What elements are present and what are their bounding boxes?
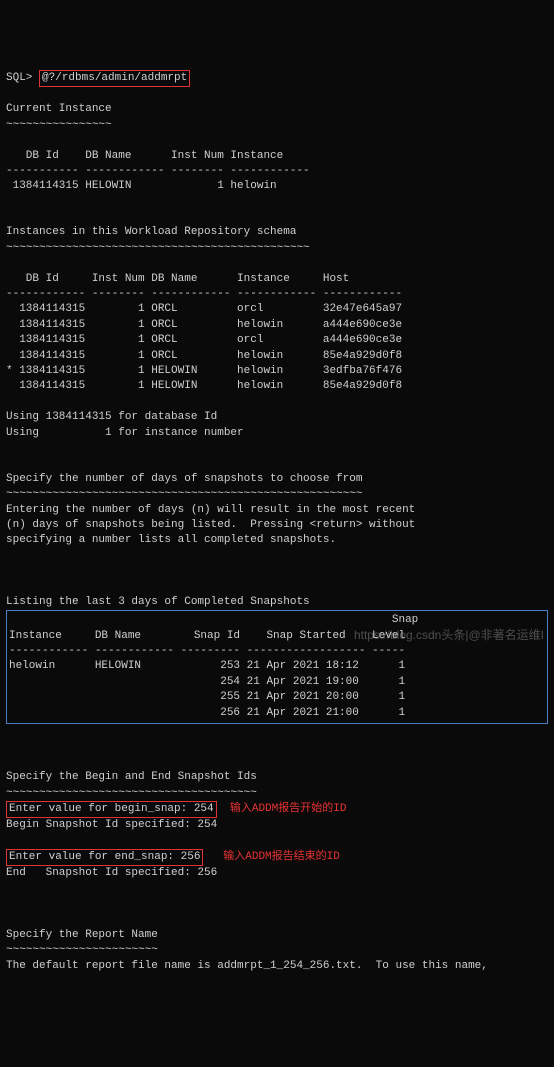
ci-sep: ----------- ------------ -------- ------… (6, 165, 310, 177)
days-text1: Entering the number of days (n) will res… (6, 504, 415, 516)
inst-sep: ------------ -------- ------------ -----… (6, 288, 402, 300)
instances-title: Instances in this Workload Repository sc… (6, 226, 296, 238)
report-name-title: Specify the Report Name (6, 929, 158, 941)
report-name-text: The default report file name is addmrpt_… (6, 960, 488, 972)
snapshots-title: Listing the last 3 days of Completed Sna… (6, 596, 310, 608)
ci-row: 1384114315 HELOWIN 1 helowin (6, 180, 277, 192)
begin-snap-prompt: Enter value for begin_snap: 254 (9, 803, 214, 815)
inst-row-4: * 1384114315 1 HELOWIN helowin 3edfba76f… (6, 365, 402, 377)
watermark: https://blog.csdn头条|@非著名运维I (354, 627, 544, 644)
using-db-id: Using 1384114315 for database Id (6, 411, 217, 423)
snap-row-0: helowin HELOWIN 253 21 Apr 2021 18:12 1 (9, 660, 405, 672)
begin-end-title: Specify the Begin and End Snapshot Ids (6, 771, 257, 783)
div5: ~~~~~~~~~~~~~~~~~~~~~~~~~~~~~~~~~~~~~~ (6, 787, 257, 799)
snap-row-3: 256 21 Apr 2021 21:00 1 (9, 707, 405, 719)
inst-row-5: 1384114315 1 HELOWIN helowin 85e4a929d0f… (6, 380, 402, 392)
end-snap-prompt: Enter value for end_snap: 256 (9, 851, 200, 863)
div3: ~~~~~~~~~~~~~~~~~~~~~~~~~~~~~~~~~~~~~~~~… (6, 488, 362, 500)
sql-prompt: SQL> (6, 72, 32, 84)
end-snap-box[interactable]: Enter value for end_snap: 256 (6, 849, 203, 866)
snap-row-2: 255 21 Apr 2021 20:00 1 (9, 691, 405, 703)
div1: ~~~~~~~~~~~~~~~~ (6, 119, 112, 131)
div2: ~~~~~~~~~~~~~~~~~~~~~~~~~~~~~~~~~~~~~~~~… (6, 242, 310, 254)
div6: ~~~~~~~~~~~~~~~~~~~~~~~ (6, 944, 158, 956)
using-inst-num: Using 1 for instance number (6, 427, 244, 439)
inst-row-1: 1384114315 1 ORCL helowin a444e690ce3e (6, 319, 402, 331)
snap-hdr1: Snap (9, 614, 418, 626)
snap-sep: ------------ ------------ --------- ----… (9, 645, 405, 657)
inst-row-2: 1384114315 1 ORCL orcl a444e690ce3e (6, 334, 402, 346)
current-instance-title: Current Instance (6, 103, 112, 115)
begin-note: 输入ADDM报告开始的ID (217, 803, 347, 815)
inst-headers: DB Id Inst Num DB Name Instance Host (6, 273, 349, 285)
days-text3: specifying a number lists all completed … (6, 534, 336, 546)
end-note: 输入ADDM报告结束的ID (203, 851, 339, 863)
snap-hdr2: Instance DB Name Snap Id Snap Started Le… (9, 630, 405, 642)
ci-headers: DB Id DB Name Inst Num Instance (6, 150, 283, 162)
command-text: @?/rdbms/admin/addmrpt (42, 72, 187, 84)
command-box: @?/rdbms/admin/addmrpt (39, 70, 190, 87)
days-text2: (n) days of snapshots being listed. Pres… (6, 519, 415, 531)
inst-row-0: 1384114315 1 ORCL orcl 32e47e645a97 (6, 303, 402, 315)
begin-confirm: Begin Snapshot Id specified: 254 (6, 819, 217, 831)
begin-snap-box[interactable]: Enter value for begin_snap: 254 (6, 801, 217, 818)
days-title: Specify the number of days of snapshots … (6, 473, 362, 485)
end-confirm: End Snapshot Id specified: 256 (6, 867, 217, 879)
inst-row-3: 1384114315 1 ORCL helowin 85e4a929d0f8 (6, 350, 402, 362)
snap-row-1: 254 21 Apr 2021 19:00 1 (9, 676, 405, 688)
